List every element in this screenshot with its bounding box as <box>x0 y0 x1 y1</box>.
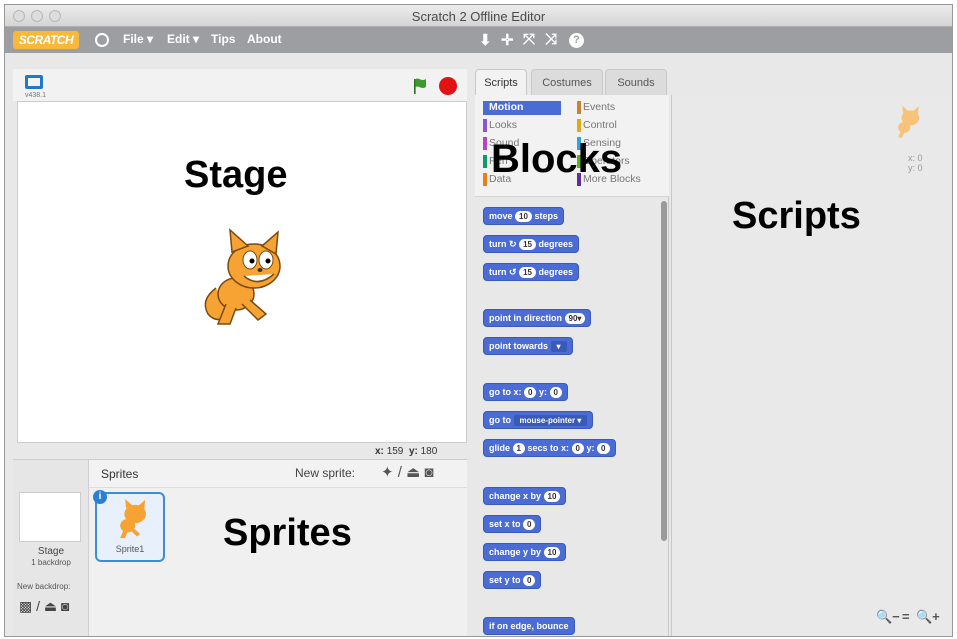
scripts-overlay-label: Scripts <box>732 195 861 237</box>
scratch-logo[interactable]: SCRATCH <box>13 31 79 49</box>
help-tool-icon[interactable]: ? <box>569 33 584 48</box>
palette-scrollbar[interactable] <box>661 201 667 541</box>
delete-tool-icon[interactable]: ✛ <box>501 31 514 49</box>
tab-costumes[interactable]: Costumes <box>531 69 603 95</box>
sprite-thumbnail[interactable]: Sprite1 <box>95 492 165 562</box>
sprites-header: Sprites New sprite: ✦ / ⏏ ◙ <box>89 460 467 488</box>
sprites-title: Sprites <box>101 467 139 481</box>
stage-header: v438.1 <box>13 69 467 101</box>
grow-tool-icon[interactable]: ⤧ <box>523 31 535 48</box>
sprite-y-readout: y: 0 <box>908 163 923 173</box>
block-turn-right[interactable]: turn ↻ 15 degrees <box>483 235 580 253</box>
title-bar: Scratch 2 Offline Editor <box>5 5 952 27</box>
zoom-in-icon[interactable]: 🔍+ <box>916 609 940 625</box>
new-backdrop-label: New backdrop: <box>17 582 71 591</box>
stage-name: Stage <box>37 546 65 557</box>
menu-about[interactable]: About <box>247 32 282 46</box>
block-change-x[interactable]: change x by 10 <box>483 487 567 505</box>
category-events[interactable]: Events <box>577 101 615 114</box>
stage-backdrops: 1 backdrop <box>31 558 71 567</box>
block-point-in-direction[interactable]: point in direction 90▾ <box>483 309 592 327</box>
fullscreen-icon[interactable] <box>25 75 43 89</box>
block-set-y[interactable]: set y to 0 <box>483 571 542 589</box>
block-turn-left[interactable]: turn ↺ 15 degrees <box>483 263 580 281</box>
new-sprite-label: New sprite: <box>295 466 356 480</box>
menu-edit[interactable]: Edit ▾ <box>167 32 199 46</box>
block-point-towards[interactable]: point towards ▾ <box>483 337 573 355</box>
block-move[interactable]: move 10 steps <box>483 207 564 225</box>
stage-overlay-label: Stage <box>184 154 288 196</box>
scripts-area[interactable]: Scripts x: 0 y: 0 🔍− = 🔍+ <box>671 95 951 636</box>
stage-column: Stage 1 backdrop New backdrop: ▩ / ⏏ ◙ <box>13 460 89 636</box>
version-label: v438.1 <box>25 92 47 99</box>
window-title: Scratch 2 Offline Editor <box>411 9 546 24</box>
sprites-overlay-label: Sprites <box>223 512 352 554</box>
sprite-x-readout: x: 0 <box>908 153 923 163</box>
block-glide[interactable]: glide 1 secs to x: 0 y: 0 <box>483 439 616 457</box>
category-motion[interactable]: Motion <box>483 101 561 115</box>
category-control[interactable]: Control <box>577 119 617 132</box>
sprites-pane: Stage 1 backdrop New backdrop: ▩ / ⏏ ◙ S… <box>13 459 467 636</box>
stage-thumbnail[interactable] <box>19 492 81 542</box>
backdrop-tools-icons[interactable]: ▩ / ⏏ ◙ <box>19 598 69 615</box>
zoom-out-icon[interactable]: 🔍− <box>876 609 900 625</box>
sprite-thumb-cat-icon <box>120 499 146 539</box>
language-globe-icon[interactable] <box>95 33 109 47</box>
menu-tips[interactable]: Tips <box>211 32 235 46</box>
mouse-coords: x: 159 y: 180 <box>375 446 438 457</box>
block-palette: Motion Looks Sound Pen Data Events Contr… <box>475 95 669 636</box>
tab-sounds[interactable]: Sounds <box>605 69 667 95</box>
new-sprite-tools-icons[interactable]: ✦ / ⏏ ◙ <box>381 463 433 481</box>
blocks-overlay-label: Blocks <box>491 137 623 181</box>
green-flag-icon[interactable] <box>413 78 427 94</box>
zoom-reset-icon[interactable]: = <box>902 609 910 624</box>
block-go-to-xy[interactable]: go to x: 0 y: 0 <box>483 383 568 401</box>
block-go-to[interactable]: go to mouse-pointer ▾ <box>483 411 594 429</box>
current-sprite-icon <box>898 105 920 138</box>
cat-sprite-icon[interactable] <box>196 228 292 328</box>
info-icon[interactable]: i <box>93 490 107 504</box>
block-change-y[interactable]: change y by 10 <box>483 543 567 561</box>
menu-bar: SCRATCH File ▾ Edit ▾ Tips About ⬇ ✛ ⤧ ⤨… <box>5 27 952 53</box>
editor-window: Scratch 2 Offline Editor SCRATCH File ▾ … <box>4 4 953 637</box>
stop-icon[interactable] <box>439 77 457 95</box>
duplicate-tool-icon[interactable]: ⬇ <box>479 31 492 49</box>
shrink-tool-icon[interactable]: ⤨ <box>545 31 557 48</box>
block-if-on-edge-bounce[interactable]: if on edge, bounce <box>483 617 575 635</box>
tab-scripts[interactable]: Scripts <box>475 69 527 95</box>
menu-file[interactable]: File ▾ <box>123 32 153 46</box>
block-set-x[interactable]: set x to 0 <box>483 515 542 533</box>
category-looks[interactable]: Looks <box>483 119 517 132</box>
category-area: Motion Looks Sound Pen Data Events Contr… <box>475 95 669 197</box>
sprite-name: Sprite1 <box>115 544 145 554</box>
stage-canvas[interactable]: Stage <box>17 101 467 443</box>
